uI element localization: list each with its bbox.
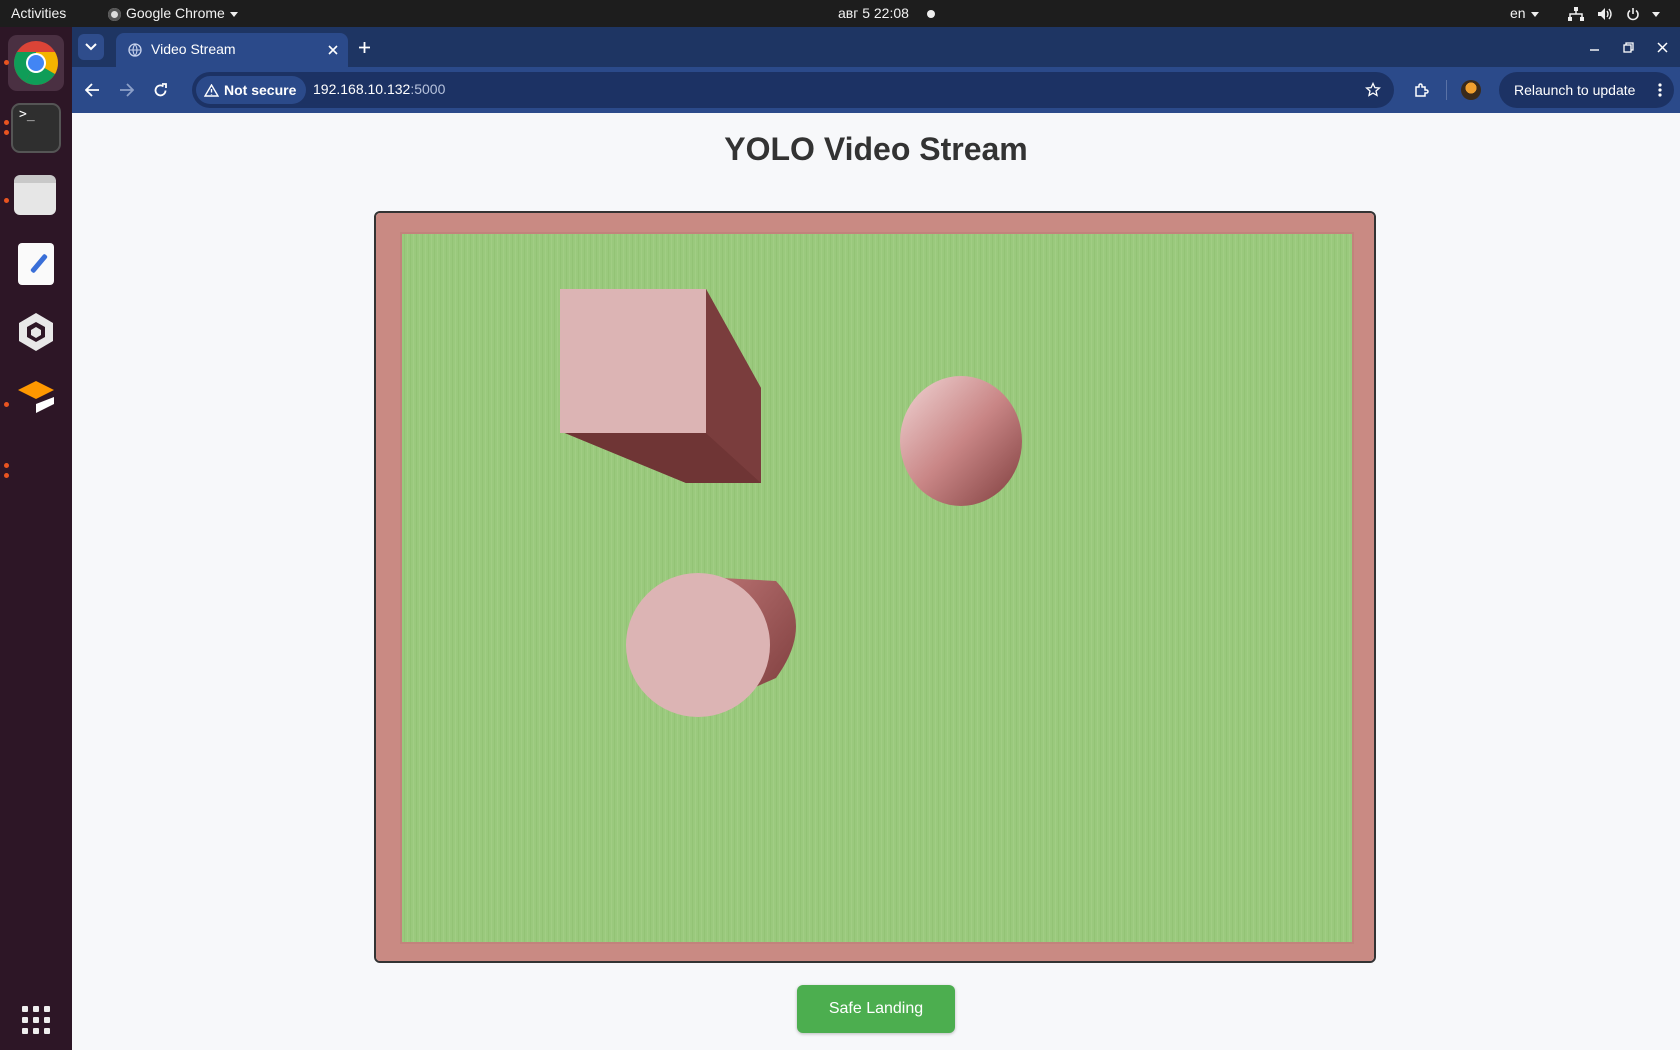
clock-label: авг 5 22:08 (838, 5, 909, 21)
security-label: Not secure (224, 82, 297, 98)
tab-strip: Video Stream (72, 27, 1680, 67)
new-tab-button[interactable] (352, 35, 376, 59)
sphere-object (900, 376, 1022, 506)
terminal-icon: >_ (19, 107, 35, 122)
warning-icon (204, 83, 219, 97)
back-button[interactable] (80, 78, 104, 102)
notification-dot-icon (926, 10, 935, 19)
profile-button[interactable] (1459, 78, 1483, 102)
unity-icon (19, 313, 53, 351)
sublime-icon (18, 381, 54, 413)
reload-button[interactable] (148, 78, 172, 102)
dock-unity[interactable] (11, 307, 61, 357)
puzzle-icon (1414, 82, 1429, 97)
clock[interactable]: авг 5 22:08 (838, 0, 935, 27)
volume-icon (1597, 8, 1612, 21)
tab-title: Video Stream (151, 41, 236, 57)
running-indicator (4, 60, 9, 65)
running-indicator (4, 402, 9, 407)
kebab-menu-icon (1658, 83, 1662, 97)
close-icon[interactable] (328, 45, 338, 55)
tab-search-button[interactable] (78, 34, 104, 60)
plus-icon (358, 41, 370, 53)
url-text: 192.168.10.132:5000 (313, 81, 445, 97)
browser-toolbar: Not secure 192.168.10.132:5000 Relaunch … (72, 67, 1680, 113)
dock: >_ (0, 27, 72, 1050)
avatar (1461, 80, 1481, 100)
running-indicator (4, 473, 9, 478)
minimize-button[interactable] (1582, 35, 1606, 59)
language-selector[interactable]: en (1510, 0, 1539, 27)
show-apps-button[interactable] (11, 995, 61, 1045)
running-indicator (4, 463, 9, 468)
activities-button[interactable]: Activities (11, 0, 66, 27)
system-status-menu[interactable] (1568, 0, 1660, 27)
dock-terminal[interactable]: >_ (11, 103, 61, 153)
relaunch-button[interactable]: Relaunch to update (1499, 72, 1674, 108)
restore-button[interactable] (1616, 35, 1640, 59)
globe-icon (128, 43, 142, 57)
network-icon (1568, 7, 1584, 22)
arrow-right-icon (119, 83, 134, 97)
minimize-icon (1589, 48, 1599, 51)
app-menu[interactable]: Google Chrome (108, 0, 238, 27)
files-icon (14, 175, 56, 215)
toolbar-divider (1446, 80, 1447, 100)
video-frame-image (376, 213, 1374, 961)
relaunch-label: Relaunch to update (1514, 82, 1636, 98)
arrow-left-icon (84, 83, 99, 97)
dock-files[interactable] (11, 171, 61, 221)
forward-button[interactable] (114, 78, 138, 102)
chevron-down-icon (229, 11, 238, 17)
close-icon (1656, 41, 1668, 53)
url-port: :5000 (410, 81, 446, 97)
running-indicator (4, 130, 9, 135)
tab-video-stream[interactable]: Video Stream (116, 33, 348, 67)
app-menu-label: Google Chrome (126, 5, 225, 21)
safe-landing-button[interactable]: Safe Landing (797, 985, 955, 1033)
security-chip[interactable]: Not secure (196, 76, 307, 104)
video-stream (374, 211, 1376, 963)
chrome-icon (14, 41, 58, 85)
extensions-button[interactable] (1409, 78, 1433, 102)
reload-icon (154, 82, 167, 96)
dock-sublime[interactable] (11, 375, 61, 425)
chevron-down-icon (85, 43, 97, 51)
power-icon (1627, 8, 1639, 21)
chevron-down-icon (1651, 11, 1660, 17)
dock-chrome[interactable] (8, 35, 64, 91)
page-title: YOLO Video Stream (724, 131, 1028, 167)
dock-text-editor[interactable] (11, 239, 61, 289)
running-indicator (4, 198, 9, 203)
system-top-bar: Activities Google Chrome авг 5 22:08 en (0, 0, 1680, 27)
page-content: YOLO Video Stream Safe Landing (72, 113, 1680, 1050)
star-icon[interactable] (1365, 82, 1381, 98)
address-bar[interactable]: Not secure 192.168.10.132:5000 (192, 72, 1394, 108)
grid-icon (22, 1006, 50, 1034)
url-host: 192.168.10.132 (313, 81, 411, 97)
text-editor-icon (18, 243, 54, 285)
close-window-button[interactable] (1650, 35, 1674, 59)
restore-icon (1622, 41, 1634, 53)
chevron-down-icon (1530, 11, 1539, 17)
language-label: en (1510, 5, 1526, 21)
running-indicator (4, 120, 9, 125)
chrome-small-icon (108, 7, 121, 21)
